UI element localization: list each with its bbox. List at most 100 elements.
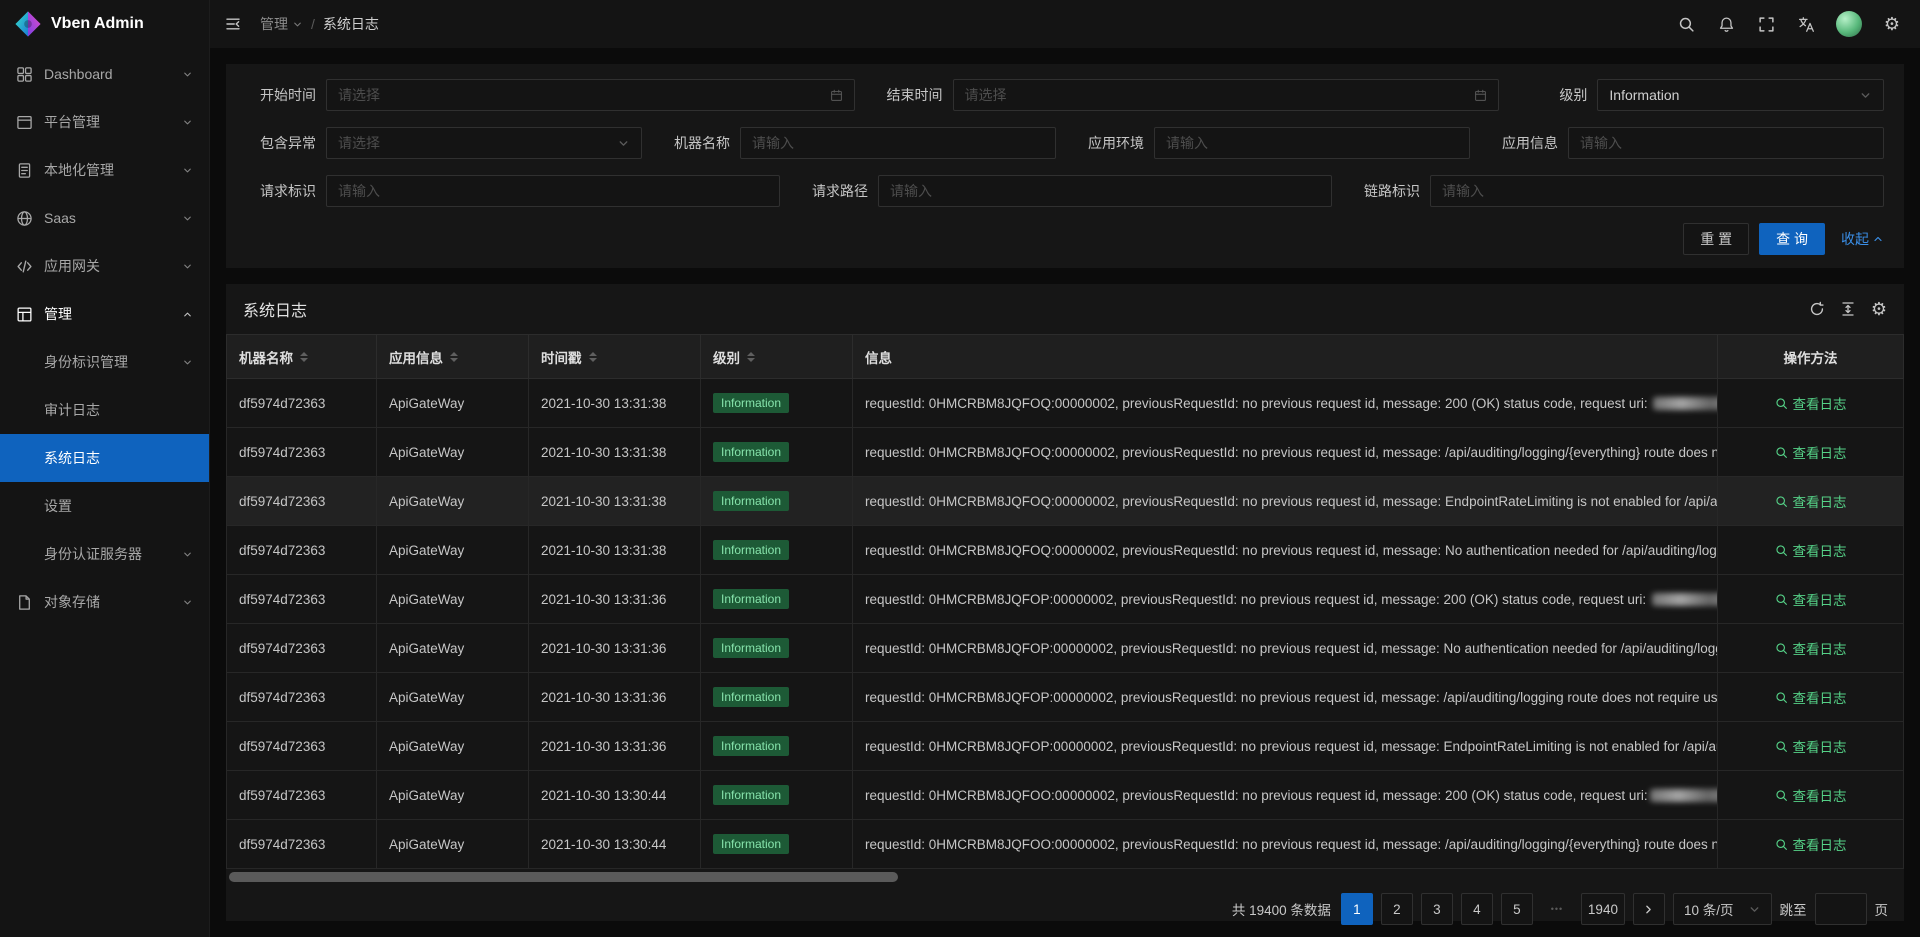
cell-message: requestId: 0HMCRBM8JQFOO:00000002, previ…	[853, 820, 1718, 869]
refresh-icon[interactable]	[1809, 301, 1825, 317]
sidebar-item-settings[interactable]: 设置	[0, 482, 209, 530]
filter-field-trace-id: 链路标识	[1350, 175, 1884, 207]
table-row[interactable]: df5974d72363ApiGateWay2021-10-30 13:31:3…	[227, 673, 1904, 722]
chevron-down-icon	[1859, 89, 1872, 102]
column-header-0[interactable]: 机器名称	[227, 335, 377, 379]
filter-field-request-id: 请求标识	[246, 175, 780, 207]
table-row[interactable]: df5974d72363ApiGateWay2021-10-30 13:31:3…	[227, 722, 1904, 771]
fullscreen-icon[interactable]	[1746, 0, 1786, 48]
sidebar-item-manage[interactable]: 管理	[0, 290, 209, 338]
table-row[interactable]: df5974d72363ApiGateWay2021-10-30 13:31:3…	[227, 624, 1904, 673]
request-id-input[interactable]	[338, 183, 768, 199]
cell-app-info: ApiGateWay	[377, 771, 529, 820]
sidebar-item-auth-server[interactable]: 身份认证服务器	[0, 530, 209, 578]
view-log-link[interactable]: 查看日志	[1775, 540, 1847, 560]
pagination-page-4[interactable]: 4	[1461, 893, 1493, 925]
sidebar-item-localization[interactable]: 本地化管理	[0, 146, 209, 194]
column-label: 时间戳	[541, 347, 582, 367]
cell-message: requestId: 0HMCRBM8JQFOP:00000002, previ…	[853, 575, 1718, 624]
start-time-input[interactable]	[338, 87, 822, 103]
chevron-down-icon	[182, 357, 193, 368]
has-exception-value: 请选择	[338, 133, 609, 153]
page-size-select[interactable]: 10 条/页	[1673, 893, 1772, 925]
end-time-input[interactable]	[965, 87, 1467, 103]
scrollbar-thumb[interactable]	[229, 872, 898, 882]
translate-icon[interactable]	[1786, 0, 1826, 48]
pagination-page-1940[interactable]: 1940	[1581, 893, 1625, 925]
pagination-ellipsis[interactable]: •••	[1541, 893, 1573, 925]
pagination-page-5[interactable]: 5	[1501, 893, 1533, 925]
view-log-link[interactable]: 查看日志	[1775, 834, 1847, 854]
pagination-page-1[interactable]: 1	[1341, 893, 1373, 925]
level-select[interactable]: Information	[1597, 79, 1884, 111]
end-time-datepicker[interactable]	[953, 79, 1500, 111]
breadcrumb-section[interactable]: 管理	[260, 14, 303, 34]
sidebar-item-audit-logs[interactable]: 审计日志	[0, 386, 209, 434]
table-header-row: 机器名称应用信息时间戳级别信息操作方法	[227, 335, 1904, 379]
view-log-link[interactable]: 查看日志	[1775, 442, 1847, 462]
start-time-datepicker[interactable]	[326, 79, 855, 111]
sidebar-item-gateway[interactable]: 应用网关	[0, 242, 209, 290]
gear-icon[interactable]: ⚙	[1872, 0, 1912, 48]
column-height-icon[interactable]	[1840, 301, 1856, 317]
sidebar-item-dashboard[interactable]: Dashboard	[0, 50, 209, 98]
avatar[interactable]	[1836, 11, 1862, 37]
collapse-link[interactable]: 收起	[1841, 229, 1884, 249]
view-log-link[interactable]: 查看日志	[1775, 491, 1847, 511]
has-exception-select[interactable]: 请选择	[326, 127, 642, 159]
menu-fold-icon[interactable]	[210, 0, 256, 48]
app-logo[interactable]: Vben Admin	[0, 0, 209, 48]
view-log-link[interactable]: 查看日志	[1775, 393, 1847, 413]
query-button[interactable]: 查 询	[1759, 223, 1825, 255]
view-log-link[interactable]: 查看日志	[1775, 589, 1847, 609]
table-row[interactable]: df5974d72363ApiGateWay2021-10-30 13:31:3…	[227, 526, 1904, 575]
pagination-page-3[interactable]: 3	[1421, 893, 1453, 925]
table-row[interactable]: df5974d72363ApiGateWay2021-10-30 13:31:3…	[227, 477, 1904, 526]
view-log-link[interactable]: 查看日志	[1775, 638, 1847, 658]
request-id-field[interactable]	[326, 175, 780, 207]
sidebar-item-object-storage[interactable]: 对象存储	[0, 578, 209, 626]
column-header-3[interactable]: 级别	[701, 335, 853, 379]
request-path-input[interactable]	[890, 183, 1320, 199]
cell-machine-name: df5974d72363	[227, 526, 377, 575]
chevron-up-icon	[1872, 233, 1884, 245]
app-env-input[interactable]	[1166, 135, 1458, 151]
filter-field-end-time: 结束时间	[873, 79, 1500, 111]
view-log-link[interactable]: 查看日志	[1775, 785, 1847, 805]
filter-label-level: 级别	[1517, 85, 1587, 105]
bell-icon[interactable]	[1706, 0, 1746, 48]
jump-input[interactable]	[1815, 893, 1867, 925]
column-header-1[interactable]: 应用信息	[377, 335, 529, 379]
trace-id-field[interactable]	[1430, 175, 1884, 207]
gear-icon[interactable]: ⚙	[1871, 300, 1887, 318]
horizontal-scrollbar[interactable]	[229, 872, 1901, 882]
chevron-down-icon	[182, 69, 193, 80]
table-row[interactable]: df5974d72363ApiGateWay2021-10-30 13:31:3…	[227, 575, 1904, 624]
trace-id-input[interactable]	[1442, 183, 1872, 199]
table-row[interactable]: df5974d72363ApiGateWay2021-10-30 13:31:3…	[227, 428, 1904, 477]
sidebar-item-platform[interactable]: 平台管理	[0, 98, 209, 146]
sidebar-item-saas[interactable]: Saas	[0, 194, 209, 242]
pagination-next-button[interactable]	[1633, 893, 1665, 925]
sidebar-item-system-logs[interactable]: 系统日志	[0, 434, 209, 482]
view-log-link[interactable]: 查看日志	[1775, 687, 1847, 707]
table-row[interactable]: df5974d72363ApiGateWay2021-10-30 13:31:3…	[227, 379, 1904, 428]
machine-name-field[interactable]	[740, 127, 1056, 159]
table-panel: 系统日志 ⚙ 机器名称应用信息时间戳级别信息操作方法 df5974d72363A…	[226, 284, 1904, 921]
column-header-2[interactable]: 时间戳	[529, 335, 701, 379]
pagination-page-2[interactable]: 2	[1381, 893, 1413, 925]
redacted-text	[1653, 397, 1717, 410]
view-log-link[interactable]: 查看日志	[1775, 736, 1847, 756]
table-row[interactable]: df5974d72363ApiGateWay2021-10-30 13:30:4…	[227, 820, 1904, 869]
reset-button[interactable]: 重 置	[1683, 223, 1749, 255]
app-env-field[interactable]	[1154, 127, 1470, 159]
table-row[interactable]: df5974d72363ApiGateWay2021-10-30 13:30:4…	[227, 771, 1904, 820]
search-icon[interactable]	[1666, 0, 1706, 48]
sidebar-item-identity-management[interactable]: 身份标识管理	[0, 338, 209, 386]
filter-label-machine-name: 机器名称	[660, 133, 730, 153]
request-path-field[interactable]	[878, 175, 1332, 207]
app-info-field[interactable]	[1568, 127, 1884, 159]
app-info-input[interactable]	[1580, 135, 1872, 151]
filter-field-has-exception: 包含异常请选择	[246, 127, 642, 159]
machine-name-input[interactable]	[752, 135, 1044, 151]
